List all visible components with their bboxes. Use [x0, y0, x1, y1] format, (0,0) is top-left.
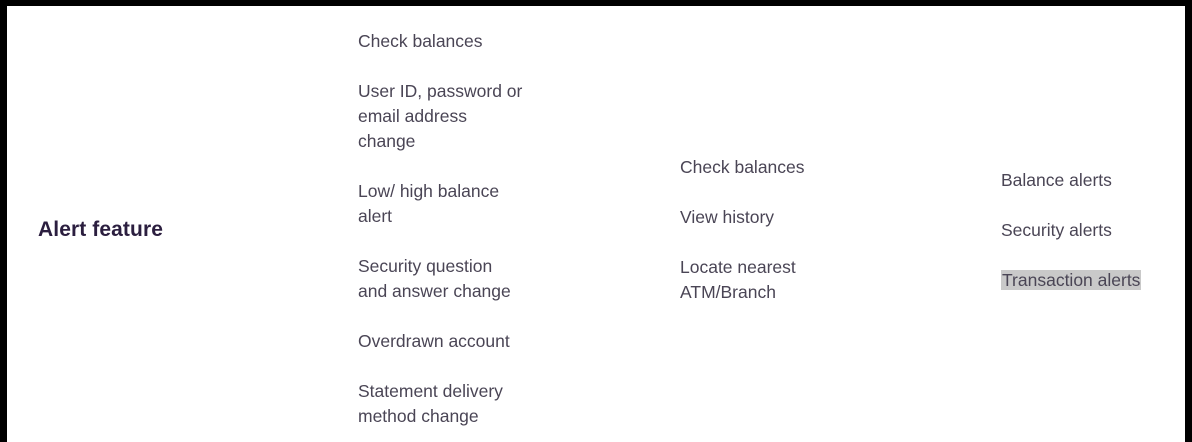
feature-item-line: change: [358, 131, 416, 151]
feature-item-balance-alert: Low/ high balance alert: [358, 179, 588, 229]
feature-item-check-balances: Check balances: [358, 29, 588, 54]
feature-item-security-alerts: Security alerts: [1001, 218, 1176, 243]
feature-item-transaction-alerts: Transaction alerts: [1001, 268, 1176, 293]
feature-item-security-question: Security question and answer change: [358, 254, 588, 304]
feature-item-check-balances: Check balances: [680, 155, 910, 180]
feature-item-line: Security question: [358, 256, 493, 276]
feature-item-line: User ID, password or: [358, 81, 523, 101]
feature-item-line: ATM/Branch: [680, 282, 776, 302]
feature-item-line: Balance alerts: [1001, 170, 1112, 190]
feature-item-line: and answer change: [358, 281, 511, 301]
feature-item-locate-atm: Locate nearest ATM/Branch: [680, 255, 910, 305]
feature-item-line: Overdrawn account: [358, 331, 510, 351]
feature-item-line: Low/ high balance: [358, 181, 500, 201]
column-features-1: Check balances User ID, password or emai…: [358, 29, 588, 442]
feature-item-line: Check balances: [358, 31, 483, 51]
feature-item-line: Statement delivery: [358, 381, 503, 401]
feature-item-line: email address: [358, 106, 467, 126]
feature-item-credentials-change: User ID, password or email address chang…: [358, 79, 588, 154]
feature-item-line: Security alerts: [1001, 220, 1112, 240]
feature-item-line: Locate nearest: [680, 257, 796, 277]
feature-item-line: method change: [358, 406, 479, 426]
feature-item-balance-alerts: Balance alerts: [1001, 168, 1176, 193]
feature-item-overdrawn: Overdrawn account: [358, 329, 588, 354]
column-features-3: Balance alerts Security alerts Transacti…: [1001, 168, 1176, 318]
feature-item-line: alert: [358, 206, 393, 226]
feature-item-line: View history: [680, 207, 775, 227]
feature-item-line: Check balances: [680, 157, 805, 177]
feature-item-view-history: View history: [680, 205, 910, 230]
row-header-alert-feature: Alert feature: [38, 218, 164, 241]
selected-text-highlight: Transaction alerts: [1001, 270, 1142, 290]
feature-item-statement-delivery: Statement delivery method change: [358, 379, 588, 429]
column-features-2: Check balances View history Locate neare…: [680, 155, 910, 330]
